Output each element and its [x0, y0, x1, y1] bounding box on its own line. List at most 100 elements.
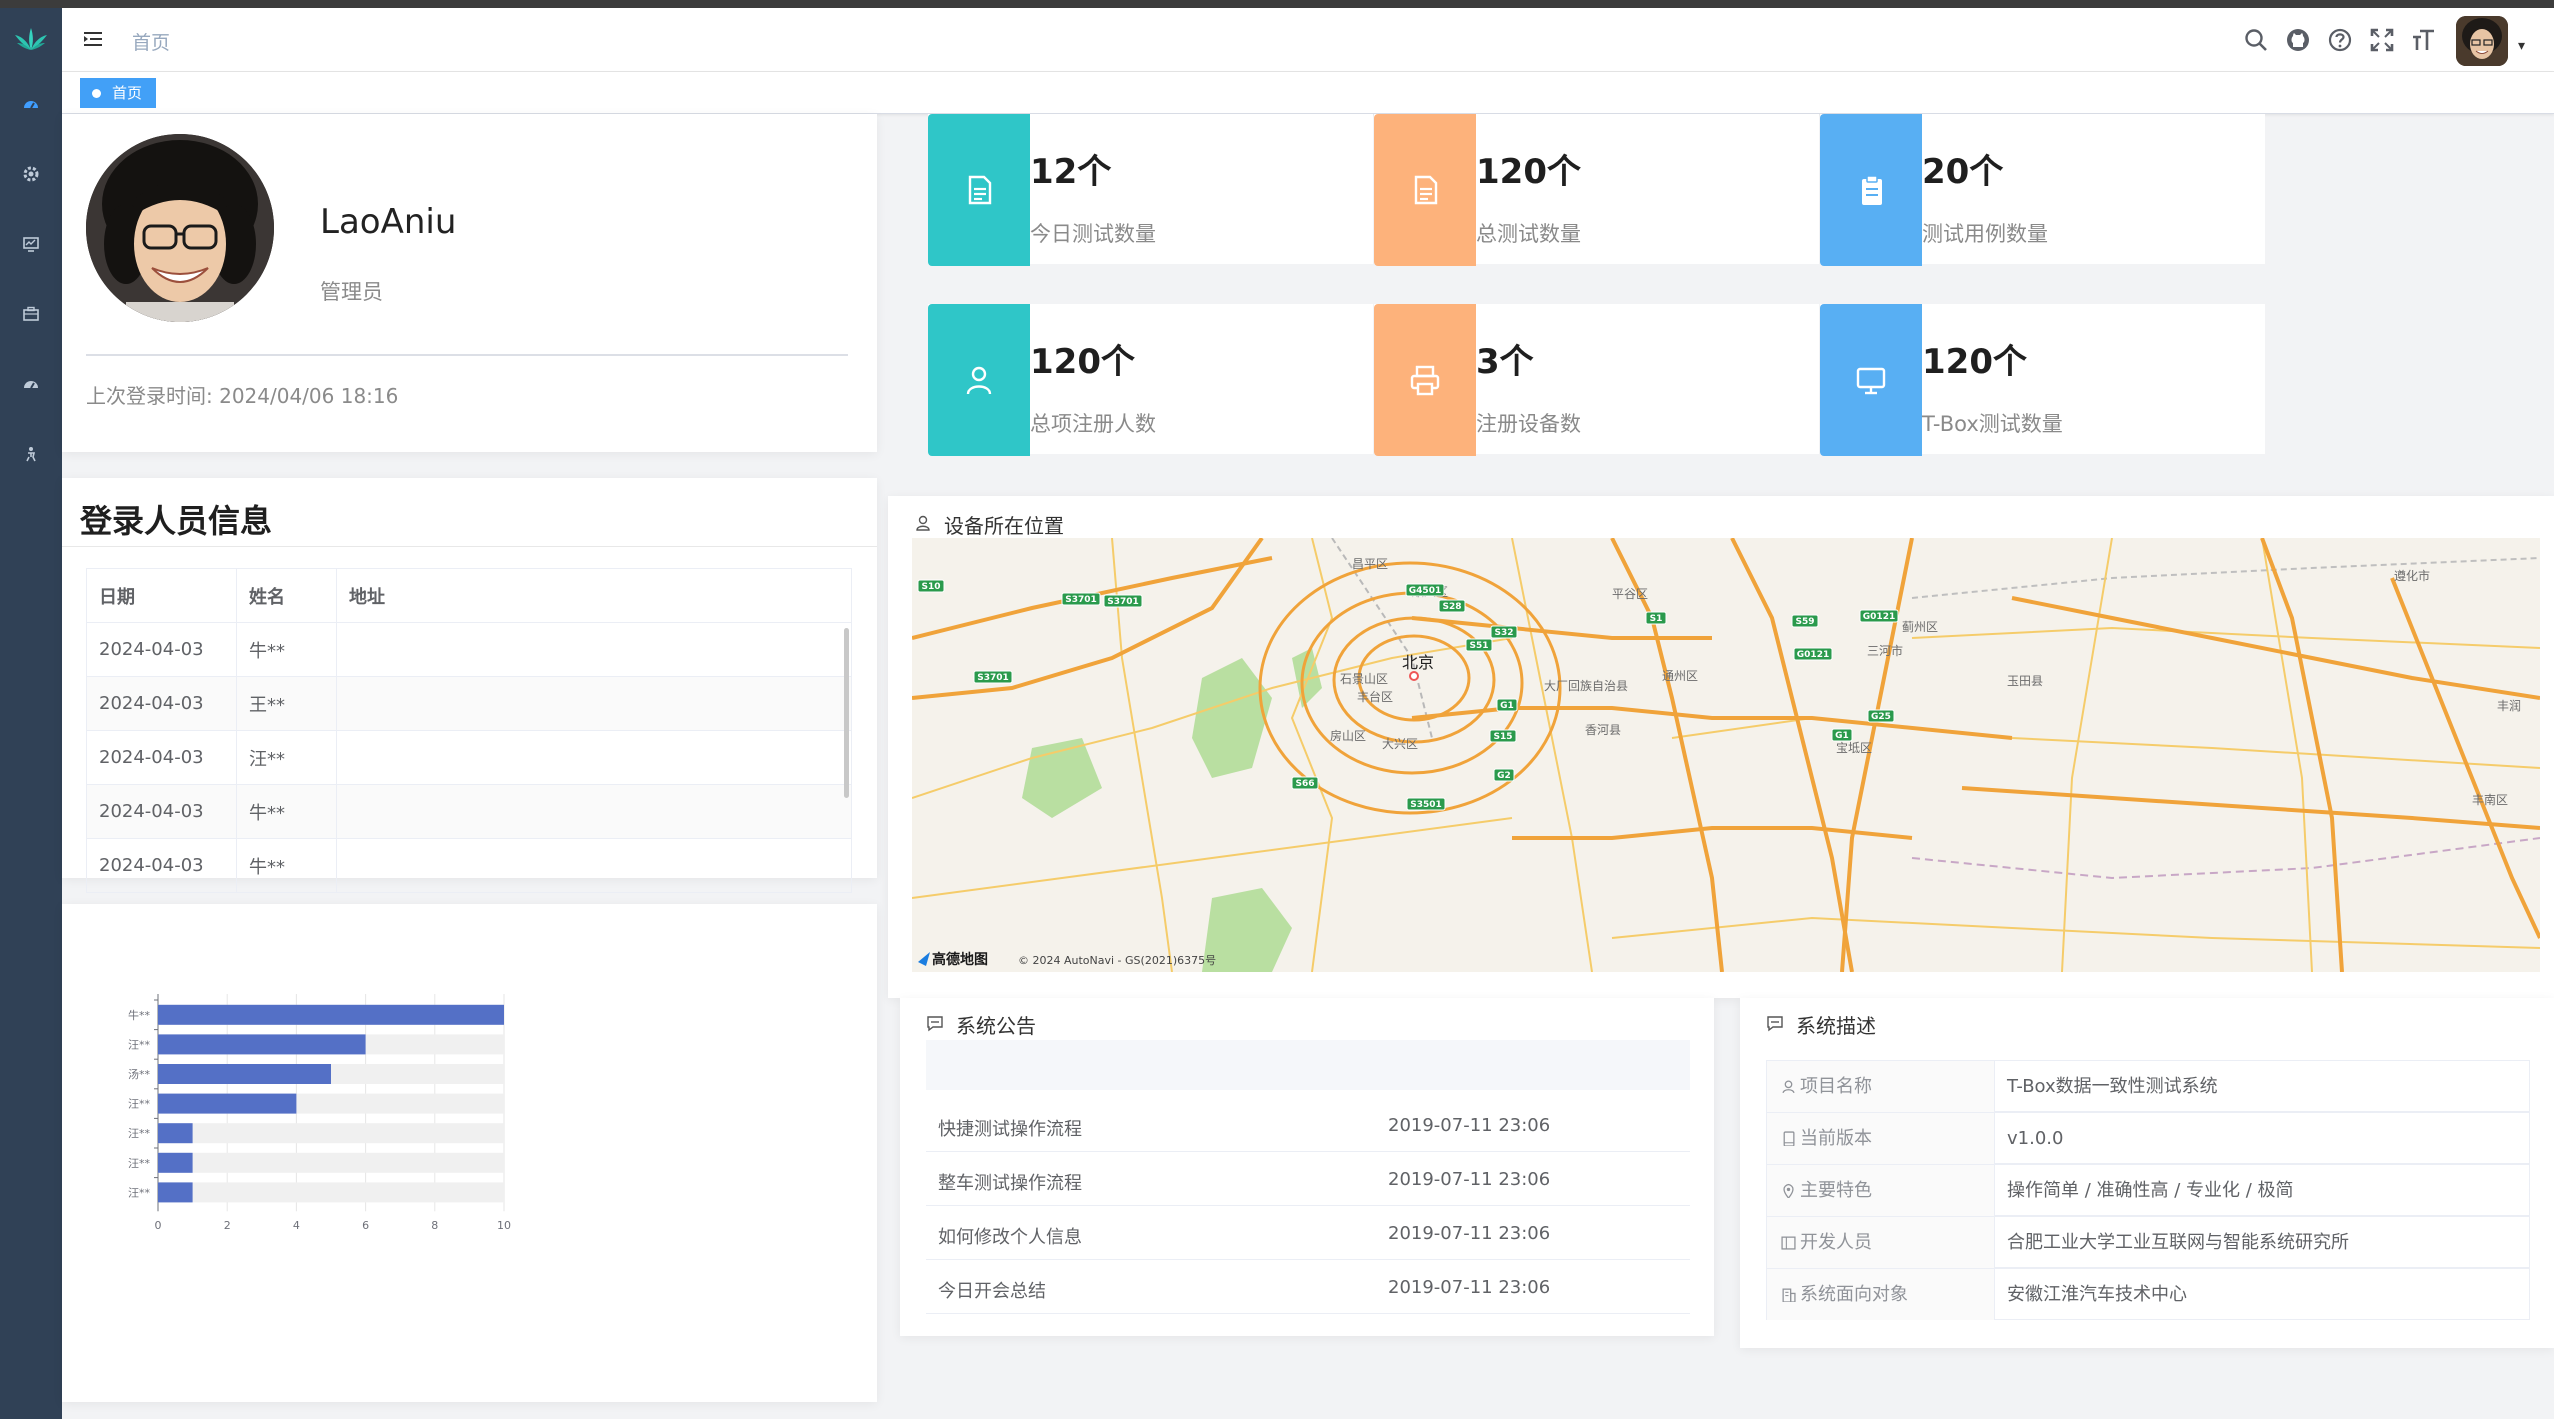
- map-district-label: 大厂回族自治县: [1544, 679, 1628, 693]
- map-road-badge: S10: [917, 579, 945, 593]
- user-name: LaoAniu: [320, 202, 457, 242]
- bar[interactable]: [158, 1064, 331, 1084]
- map-canvas[interactable]: 北京 昌平区顺义区平谷区蓟州区三河市通州区石景山区丰台区大厂回族自治县香河县宝坻…: [912, 538, 2540, 972]
- notice-row[interactable]: 今日开会总结 2019-07-11 23:06: [926, 1260, 1690, 1314]
- notice-time: 2019-07-11 23:06: [1388, 1169, 1551, 1190]
- stat-value: 120个: [1476, 152, 1581, 192]
- stat-card[interactable]: 120个 T-Box测试数量: [1820, 304, 2265, 456]
- description-title: 系统描述: [1796, 1014, 1876, 1038]
- svg-text:S1: S1: [1650, 614, 1663, 624]
- font-size-icon[interactable]: [2410, 26, 2438, 54]
- card-icon: [1781, 1236, 1796, 1250]
- divider: [86, 354, 848, 356]
- person-icon: [26, 447, 36, 462]
- x-tick-label: 6: [362, 1219, 369, 1232]
- tag-home[interactable]: 首页: [80, 78, 157, 108]
- x-tick-label: 0: [155, 1219, 162, 1232]
- column-header-date[interactable]: 日期: [86, 568, 237, 623]
- map-attribution: © 2024 AutoNavi - GS(2021)6375号: [1018, 954, 1216, 967]
- message-icon: [927, 1016, 943, 1032]
- sidebar-item-user[interactable]: [0, 434, 62, 474]
- bar[interactable]: [158, 1182, 193, 1203]
- description-key: 主要特色: [1767, 1165, 1995, 1216]
- stat-card[interactable]: 120个 总项注册人数: [928, 304, 1373, 456]
- chevron-down-icon[interactable]: ▾: [2518, 38, 2525, 54]
- device-location-map[interactable]: 北京 昌平区顺义区平谷区蓟州区三河市通州区石景山区丰台区大厂回族自治县香河县宝坻…: [912, 538, 2540, 972]
- bar-chart-card: 牛** 汪** 汤** 汪** 汪** 汪** 汪** 0 2 4 6 8 10: [62, 904, 877, 1402]
- stat-card[interactable]: 12个 今日测试数量: [928, 114, 1373, 266]
- table-row[interactable]: 2024-04-03 牛**: [86, 838, 852, 893]
- user-icon: [1782, 1080, 1795, 1094]
- search-icon[interactable]: [2242, 26, 2270, 54]
- svg-text:G0121: G0121: [1797, 650, 1829, 660]
- help-icon[interactable]: [2326, 26, 2354, 54]
- notice-row[interactable]: 整车测试操作流程 2019-07-11 23:06: [926, 1152, 1690, 1206]
- cell-name: 牛**: [236, 622, 337, 677]
- cell-name: 牛**: [236, 784, 337, 839]
- window-top-strip: [0, 0, 2554, 8]
- svg-text:S59: S59: [1795, 617, 1814, 627]
- map-city-label: 北京: [1402, 653, 1434, 672]
- svg-text:S3701: S3701: [1107, 597, 1139, 607]
- svg-text:S28: S28: [1442, 602, 1461, 612]
- stat-card[interactable]: 20个 测试用例数量: [1820, 114, 2265, 266]
- bar[interactable]: [158, 1093, 297, 1114]
- sidebar-item-gauge[interactable]: [0, 364, 62, 404]
- table-row[interactable]: 2024-04-03 牛**: [86, 622, 852, 677]
- x-tick-label: 2: [224, 1219, 231, 1232]
- column-header-address[interactable]: 地址: [336, 568, 852, 623]
- cell-name: 汪**: [236, 730, 337, 785]
- column-header-name[interactable]: 姓名: [236, 568, 337, 623]
- map-district-label: 昌平区: [1352, 557, 1388, 571]
- map-district-label: 丰南区: [2472, 792, 2508, 807]
- table-row[interactable]: 2024-04-03 牛**: [86, 784, 852, 839]
- bar[interactable]: [158, 1034, 366, 1055]
- map-road-badge: S51: [1465, 638, 1493, 652]
- cell-date: 2024-04-03: [86, 730, 237, 785]
- github-icon[interactable]: [2284, 26, 2312, 54]
- notice-row[interactable]: 如何修改个人信息 2019-07-11 23:06: [926, 1206, 1690, 1260]
- svg-text:G0121: G0121: [1863, 612, 1895, 622]
- y-tick-label: 汪**: [128, 1157, 150, 1170]
- notice-table-header: [926, 1040, 1690, 1090]
- notice-title-text[interactable]: 快捷测试操作流程: [938, 1115, 1082, 1141]
- user-avatar[interactable]: [2456, 16, 2508, 66]
- gauge-icon: [24, 381, 38, 389]
- table-scrollbar[interactable]: [844, 628, 849, 798]
- sidebar-item-tools[interactable]: [0, 294, 62, 334]
- bar[interactable]: [158, 1123, 193, 1144]
- map-district-label: 平谷区: [1612, 587, 1648, 601]
- bar[interactable]: [158, 1004, 504, 1025]
- breadcrumb[interactable]: 首页: [132, 28, 170, 55]
- sidebar-item-settings[interactable]: [0, 154, 62, 194]
- sidebar-item-monitor[interactable]: [0, 224, 62, 264]
- notice-title-text[interactable]: 如何修改个人信息: [938, 1223, 1082, 1249]
- stat-card[interactable]: 3个 注册设备数: [1374, 304, 1819, 456]
- map-road-badge: G1: [1831, 728, 1853, 742]
- svg-text:G2: G2: [1497, 771, 1511, 781]
- map-district-label: 遵化市: [2394, 568, 2430, 583]
- app-logo-icon[interactable]: [14, 26, 48, 54]
- stat-label: 测试用例数量: [1922, 222, 2048, 246]
- hamburger-menu-icon[interactable]: [82, 28, 104, 50]
- map-road-badge: S3701: [1061, 592, 1101, 606]
- map-district-label: 香河县: [1585, 723, 1621, 737]
- map-road-badge: G0121: [1859, 609, 1899, 623]
- sidebar-item-dashboard[interactable]: [0, 84, 62, 124]
- cell-address: [336, 730, 852, 785]
- user-photo: [86, 134, 274, 322]
- stat-card[interactable]: 120个 总测试数量: [1374, 114, 1819, 266]
- notice-title-text[interactable]: 整车测试操作流程: [938, 1169, 1082, 1195]
- stat-label: 总项注册人数: [1030, 412, 1156, 436]
- svg-text:S3701: S3701: [977, 673, 1009, 683]
- table-row[interactable]: 2024-04-03 汪**: [86, 730, 852, 785]
- bar[interactable]: [158, 1152, 193, 1173]
- fullscreen-icon[interactable]: [2368, 26, 2396, 54]
- y-tick-label: 牛**: [128, 1008, 150, 1022]
- notice-title-text[interactable]: 今日开会总结: [938, 1277, 1046, 1303]
- stat-icon-block: [928, 304, 1030, 456]
- notice-row[interactable]: 快捷测试操作流程 2019-07-11 23:06: [926, 1098, 1690, 1152]
- stat-icon-block: [928, 114, 1030, 266]
- table-row[interactable]: 2024-04-03 王**: [86, 676, 852, 731]
- stat-value: 3个: [1476, 342, 1534, 382]
